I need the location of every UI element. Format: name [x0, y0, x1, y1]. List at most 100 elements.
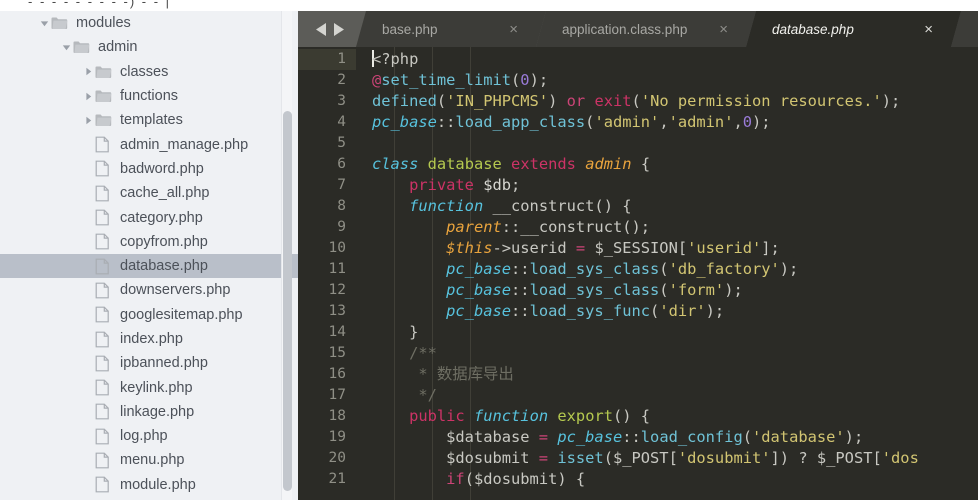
line-number: 13	[328, 303, 346, 319]
folder-icon	[95, 113, 116, 127]
code-token: );	[752, 113, 771, 131]
file-tree-item[interactable]: module.php	[0, 473, 298, 497]
code-line[interactable]: $this->userid = $_SESSION['userid'];	[372, 238, 780, 259]
code-line[interactable]: private $db;	[372, 175, 520, 196]
file-tree[interactable]: modules admin classes functions templates adm…	[0, 11, 298, 497]
chevron-down-icon[interactable]	[38, 19, 51, 28]
line-number: 4	[337, 114, 346, 130]
code-line[interactable]: function __construct() {	[372, 196, 631, 217]
tab-close-icon[interactable]: ×	[719, 22, 728, 37]
file-tree-item[interactable]: modules	[0, 11, 298, 35]
file-tree-item[interactable]: admin_manage.php	[0, 132, 298, 156]
code-token: or	[566, 92, 586, 110]
sidebar-scrollbar-track[interactable]	[281, 11, 292, 500]
code-token: ::	[501, 218, 521, 236]
code-token: =	[575, 239, 586, 257]
folder-icon	[51, 16, 72, 30]
code-line[interactable]: pc_base::load_sys_class('db_factory');	[372, 259, 798, 280]
code-line[interactable]: pc_base::load_sys_func('dir');	[372, 301, 724, 322]
file-tree-item-label: admin	[98, 39, 138, 56]
editor-tab-bar[interactable]: base.php × application.class.php × database.…	[298, 11, 978, 47]
editor-tab[interactable]: base.php ×	[356, 11, 546, 47]
code-token: $db	[483, 176, 512, 194]
code-token: 'IN_PHPCMS'	[446, 92, 549, 110]
code-line[interactable]: public function export() {	[372, 406, 650, 427]
file-tree-item[interactable]: badword.php	[0, 157, 298, 181]
code-line[interactable]: $database = pc_base::load_config('databa…	[372, 427, 863, 448]
file-tree-item[interactable]: cache_all.php	[0, 181, 298, 205]
code-line[interactable]: * 数据库导出	[372, 364, 514, 385]
file-tree-item[interactable]: ipbanned.php	[0, 351, 298, 375]
file-tree-sidebar[interactable]: modules admin classes functions templates adm…	[0, 11, 298, 500]
code-token: (	[631, 92, 641, 110]
code-line[interactable]: class database extends admin {	[372, 154, 650, 175]
code-text-area[interactable]: 1 2 3 4 5 6 7 8 9 10 11 12 13 14 15 16 17 18 19 20 21 <?php @…	[298, 47, 978, 500]
file-tree-item[interactable]: keylink.php	[0, 375, 298, 399]
code-token: load_app_class	[455, 113, 586, 131]
code-line[interactable]: @set_time_limit(0);	[372, 70, 548, 91]
file-tree-item[interactable]: templates	[0, 108, 298, 132]
chevron-right-icon[interactable]	[82, 67, 95, 76]
line-number: 12	[328, 282, 346, 298]
triangle-left-icon[interactable]	[315, 22, 328, 37]
file-tree-item[interactable]: functions	[0, 84, 298, 108]
file-icon	[95, 355, 116, 372]
chevron-down-icon[interactable]	[60, 43, 73, 52]
code-line[interactable]: parent::__construct();	[372, 217, 650, 238]
code-token: (	[511, 71, 521, 89]
chevron-right-icon[interactable]	[82, 92, 95, 101]
code-token: isset	[557, 449, 604, 467]
file-icon	[95, 476, 116, 493]
code-token: public	[409, 407, 465, 425]
code-token: =	[538, 449, 549, 467]
tab-close-icon[interactable]: ×	[924, 22, 933, 37]
source-code[interactable]: <?php @set_time_limit(0); defined('IN_PHPC…	[356, 47, 978, 500]
code-line[interactable]: /**	[372, 343, 437, 364]
chevron-right-icon[interactable]	[82, 116, 95, 125]
editor-tab[interactable]: application.class.php ×	[536, 11, 756, 47]
file-tree-item-selected[interactable]: database.php	[0, 253, 298, 279]
code-token: ($dosubmit) {	[464, 470, 586, 488]
code-token: if	[446, 470, 465, 488]
code-line[interactable]: }	[372, 322, 418, 343]
code-token: @	[372, 71, 382, 89]
top-cutoff-text: - - - - - - - - -) - - |	[28, 0, 172, 9]
code-token: ::	[511, 302, 530, 320]
code-token: class	[372, 155, 419, 173]
tab-label: base.php	[382, 21, 438, 37]
file-tree-item[interactable]: menu.php	[0, 448, 298, 472]
code-token: */	[372, 386, 437, 404]
code-token: ($_POST	[603, 449, 669, 467]
file-tree-item-label: category.php	[120, 209, 203, 226]
file-tree-item[interactable]: classes	[0, 60, 298, 84]
triangle-right-icon[interactable]	[332, 22, 345, 37]
tab-nav-arrows[interactable]	[304, 11, 356, 47]
code-token: /**	[372, 344, 437, 362]
tab-close-icon[interactable]: ×	[509, 22, 518, 37]
file-tree-item[interactable]: downservers.php	[0, 278, 298, 302]
file-tree-item[interactable]: category.php	[0, 205, 298, 229]
file-tree-item[interactable]: log.php	[0, 424, 298, 448]
code-line[interactable]: defined('IN_PHPCMS') or exit('No permiss…	[372, 91, 900, 112]
code-line[interactable]: if($dosubmit) {	[372, 469, 585, 490]
sidebar-scrollbar-thumb[interactable]	[283, 111, 292, 491]
file-tree-item[interactable]: linkage.php	[0, 400, 298, 424]
code-line[interactable]: $dosubmit = isset($_POST['dosubmit']) ? …	[372, 448, 919, 469]
file-tree-item[interactable]: admin	[0, 35, 298, 59]
file-tree-item[interactable]: index.php	[0, 327, 298, 351]
line-number: 7	[337, 177, 346, 193]
code-line[interactable]: pc_base::load_sys_class('form');	[372, 280, 743, 301]
file-tree-item[interactable]: googlesitemap.php	[0, 303, 298, 327]
file-icon	[95, 136, 116, 153]
file-tree-item-label: classes	[120, 63, 169, 80]
editor-tab-active[interactable]: database.php ×	[746, 11, 961, 47]
file-tree-item[interactable]: copyfrom.php	[0, 230, 298, 254]
code-line[interactable]: pc_base::load_app_class('admin','admin',…	[372, 112, 771, 133]
code-line[interactable]: <?php	[372, 49, 418, 70]
code-line[interactable]: */	[372, 385, 437, 406]
